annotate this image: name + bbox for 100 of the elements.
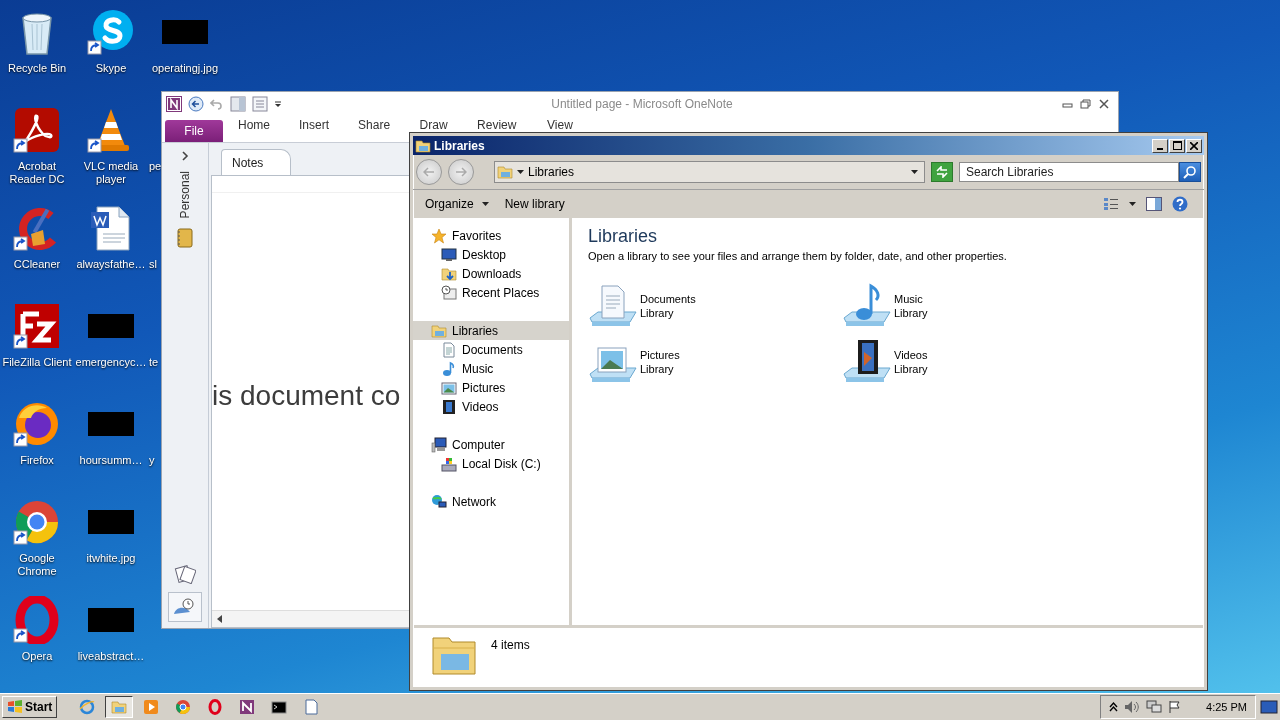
library-label[interactable]: Pictures Library: [640, 348, 680, 376]
desktop-icon-label[interactable]: operatingj.jpg: [151, 62, 219, 75]
redacted-thumbnail[interactable]: [88, 412, 134, 436]
nav-item[interactable]: Recent Places: [413, 283, 569, 302]
film-icon: [441, 398, 457, 415]
search-field[interactable]: Search Libraries: [959, 162, 1179, 182]
section-tab[interactable]: Notes: [221, 149, 291, 175]
redacted-thumbnail[interactable]: [88, 510, 134, 534]
desktop-icon-label[interactable]: alwaysfathe…: [76, 258, 146, 271]
disk-drive-icon: [441, 455, 457, 472]
desktop-icon-label[interactable]: Skype: [95, 62, 127, 75]
close-button[interactable]: [1186, 138, 1202, 153]
app-icon[interactable]: [87, 8, 135, 56]
nav-item[interactable]: Local Disk (C:): [413, 454, 569, 473]
ribbon-tab[interactable]: Review: [462, 117, 531, 133]
desktop-icon-label[interactable]: liveabstract…: [77, 650, 145, 663]
star-icon: [431, 227, 447, 244]
network-icon[interactable]: [1146, 700, 1163, 714]
library-label[interactable]: Music Library: [894, 292, 928, 320]
notebook-app-icon: [166, 96, 182, 112]
ribbon-tab[interactable]: Share: [343, 117, 405, 133]
desktop-icon-label[interactable]: sl: [148, 258, 157, 271]
refresh-button[interactable]: [931, 162, 953, 182]
monitor-icon: [441, 246, 457, 263]
nav-item[interactable]: Music: [413, 359, 569, 378]
nav-item[interactable]: Downloads: [413, 264, 569, 283]
library-folder-icon: [431, 322, 447, 339]
ribbon-tab[interactable]: Home: [223, 117, 284, 133]
desktop-icon-label[interactable]: FileZilla Client: [2, 356, 72, 369]
desktop-icon-label[interactable]: te: [148, 356, 159, 369]
app-icon[interactable]: [13, 498, 61, 546]
customize-caret-icon[interactable]: [274, 99, 282, 109]
desktop-icon-label[interactable]: CCleaner: [13, 258, 61, 271]
windows-logo-icon: [7, 700, 23, 714]
minimize-button[interactable]: [1152, 138, 1168, 153]
speaker-icon[interactable]: [1124, 700, 1141, 714]
close-icon: [1190, 141, 1198, 150]
desktop-icon-label[interactable]: emergencyc…: [75, 356, 147, 369]
nav-item[interactable]: Favorites: [413, 226, 569, 245]
address-bar[interactable]: Libraries: [494, 161, 925, 183]
redacted-thumbnail[interactable]: [88, 608, 134, 632]
start-button[interactable]: Start: [2, 696, 58, 718]
app-icon[interactable]: [13, 106, 61, 154]
redacted-thumbnail[interactable]: [88, 314, 134, 338]
back-icon[interactable]: [188, 96, 204, 112]
expand-chevron-icon[interactable]: [181, 151, 189, 161]
flag-icon[interactable]: [1168, 700, 1183, 714]
caret-icon: [481, 202, 489, 206]
help-icon[interactable]: [1172, 196, 1188, 212]
notebook-label[interactable]: Personal: [178, 171, 192, 219]
window-title: Libraries: [434, 138, 485, 153]
desktop-icon-label[interactable]: Acrobat Reader DC: [0, 160, 74, 186]
picture-icon: [441, 379, 457, 396]
library-label[interactable]: Videos Library: [894, 348, 928, 376]
desktop-icon-label[interactable]: VLC media player: [74, 160, 148, 186]
nav-item[interactable]: Pictures: [413, 378, 569, 397]
scroll-left-icon[interactable]: [216, 614, 224, 624]
notepad-icon: [303, 699, 320, 715]
desktop-icon-label[interactable]: pe: [148, 160, 162, 173]
ribbon-tab[interactable]: Insert: [284, 117, 344, 133]
nav-item[interactable]: Libraries: [413, 321, 569, 340]
desktop-icon-label[interactable]: y: [148, 454, 155, 467]
toolbar-button[interactable]: New library: [498, 193, 571, 215]
clock[interactable]: 4:25 PM: [1206, 701, 1247, 713]
file-tab[interactable]: File: [165, 120, 223, 142]
toolbar-button[interactable]: Organize: [419, 193, 495, 215]
redacted-thumbnail[interactable]: [162, 20, 208, 44]
preview-pane-icon[interactable]: [1146, 197, 1162, 211]
music-note-icon: [441, 360, 457, 377]
desktop-icon-label[interactable]: itwhite.jpg: [86, 552, 136, 565]
app-icon[interactable]: [13, 302, 61, 350]
forward-arrow-icon: [455, 167, 467, 177]
browser-icon: [175, 699, 192, 715]
desktop-icon-label[interactable]: Recycle Bin: [7, 62, 67, 75]
nav-item[interactable]: Computer: [413, 435, 569, 454]
notebook-sync-button[interactable]: [168, 592, 202, 622]
show-hidden-icons-icon[interactable]: [1109, 701, 1119, 713]
desktop-icon-label[interactable]: hoursumm…: [79, 454, 143, 467]
unfiled-notes-icon[interactable]: [174, 564, 196, 584]
ribbon-tab[interactable]: Draw: [404, 117, 463, 133]
nav-item[interactable]: Videos: [413, 397, 569, 416]
search-button[interactable]: [1179, 162, 1201, 182]
desktop-icon-label[interactable]: Opera: [21, 650, 53, 663]
nav-item[interactable]: Network: [413, 492, 569, 511]
desktop-icon-label[interactable]: Google Chrome: [0, 552, 74, 578]
app-icon[interactable]: [13, 400, 61, 448]
app-icon[interactable]: [13, 596, 61, 644]
restore-icon[interactable]: [1080, 99, 1092, 109]
close-icon[interactable]: [1098, 99, 1110, 109]
maximize-icon: [1172, 141, 1182, 150]
ribbon-tab[interactable]: View: [530, 117, 589, 133]
nav-item[interactable]: Documents: [413, 340, 569, 359]
view-options-icon[interactable]: [1103, 197, 1119, 211]
library-label[interactable]: Documents Library: [640, 292, 696, 320]
nav-item[interactable]: Desktop: [413, 245, 569, 264]
document-icon: [441, 341, 457, 358]
maximize-button[interactable]: [1169, 138, 1185, 153]
desktop-icon-label[interactable]: Firefox: [20, 454, 54, 467]
notebook-icon[interactable]: [177, 228, 193, 249]
taskbar-button[interactable]: [105, 696, 134, 718]
